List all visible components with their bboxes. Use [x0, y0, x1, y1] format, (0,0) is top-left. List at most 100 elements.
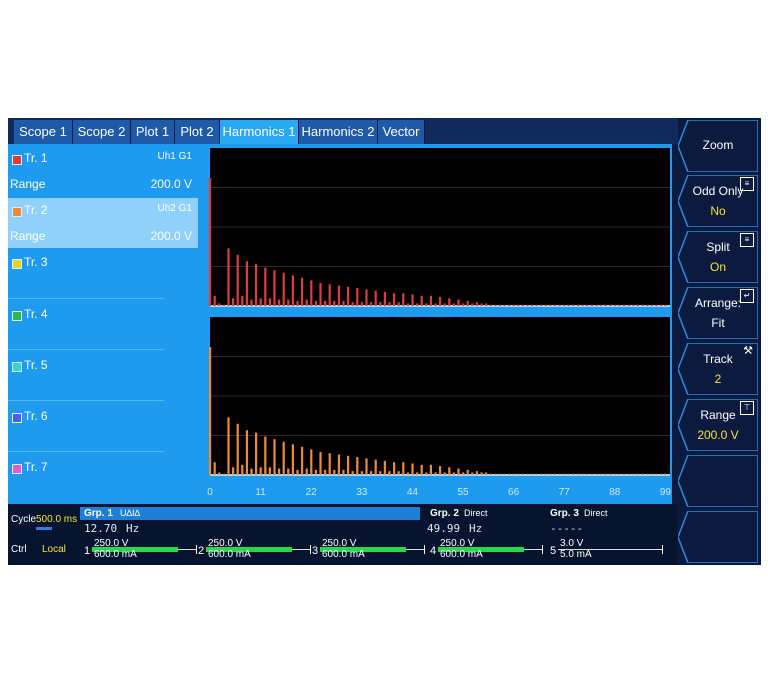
- channel-voltage: 3.0 V: [560, 538, 584, 549]
- group-2-unit: Hz: [469, 522, 483, 535]
- trace-item-3[interactable]: Tr. 3: [8, 250, 198, 300]
- harmonic-bar: [521, 304, 524, 306]
- harmonic-bar: [563, 304, 566, 306]
- tab-scope-2[interactable]: Scope 2: [73, 120, 131, 144]
- x-tick-label: 99: [659, 487, 671, 498]
- harmonic-bar: [360, 471, 363, 475]
- harmonic-bar: [379, 471, 382, 475]
- harmonic-bar: [420, 295, 423, 306]
- harmonic-bar: [337, 454, 340, 475]
- harmonic-bar: [337, 285, 340, 306]
- channel-number: 1: [84, 545, 91, 557]
- harmonic-bar: [471, 472, 474, 475]
- harmonic-bar: [595, 304, 598, 306]
- trace-item-6[interactable]: Tr. 6: [8, 404, 198, 454]
- harmonic-bar: [227, 248, 230, 306]
- harmonic-bar: [632, 304, 635, 306]
- harmonic-bar: [333, 469, 336, 475]
- harmonic-bar: [600, 304, 603, 306]
- harmonic-bar: [324, 300, 327, 306]
- x-tick-label: 44: [406, 487, 418, 498]
- trace-item-4[interactable]: Tr. 4: [8, 302, 198, 352]
- softkey-value: 2: [714, 372, 722, 386]
- harmonic-bar: [250, 468, 253, 475]
- harmonic-bar: [374, 459, 377, 475]
- harmonic-bar: [650, 304, 653, 306]
- harmonic-bar: [393, 293, 396, 306]
- harmonic-bar: [273, 439, 276, 475]
- range-label: Range: [10, 177, 46, 191]
- meter-end-tick: [310, 545, 311, 554]
- harmonic-bar: [531, 473, 534, 475]
- harmonic-bar: [236, 423, 239, 475]
- harmonic-bar: [319, 282, 322, 306]
- harmonic-bar: [526, 473, 529, 475]
- trace-item-2[interactable]: Tr. 2 Uh2 G1 Range 200.0 V: [8, 198, 198, 248]
- softkey-label: Range: [700, 408, 736, 422]
- harmonic-bar: [310, 449, 313, 475]
- harmonic-bar: [613, 304, 616, 306]
- split-button[interactable]: ≡ Split On: [678, 231, 758, 283]
- harmonic-bar: [429, 464, 432, 475]
- harmonic-bar: [604, 304, 607, 306]
- trace-item-7[interactable]: Tr. 7: [8, 455, 198, 505]
- group-1-frequency: 12.70: [84, 522, 118, 535]
- range-button[interactable]: ⊤ Range 200.0 V: [678, 399, 758, 451]
- harmonic-bar: [646, 304, 649, 306]
- channel-4-meter: 4 250.0 V 600.0 mA: [430, 538, 543, 563]
- harmonic-bar: [544, 473, 547, 475]
- group-3-name: Grp. 3: [550, 508, 579, 519]
- cycle-indicator: [36, 527, 52, 530]
- channel-voltage: 250.0 V: [322, 538, 357, 549]
- softkey-empty-1[interactable]: [678, 455, 758, 507]
- zoom-button[interactable]: Zoom: [678, 120, 758, 172]
- trace-color-swatch: [12, 155, 22, 165]
- harmonic-bar: [365, 289, 368, 306]
- harmonic-bar: [581, 473, 584, 475]
- harmonic-bar: [328, 453, 331, 475]
- harmonic-bar: [448, 298, 451, 306]
- tab-harmonics-1[interactable]: Harmonics 1: [220, 120, 299, 144]
- harmonic-bar: [540, 304, 543, 306]
- harmonic-bar: [572, 304, 575, 306]
- harmonic-bar: [439, 297, 442, 306]
- softkey-frame: [678, 455, 758, 507]
- softkey-empty-2[interactable]: [678, 511, 758, 563]
- cycle-value[interactable]: 500.0 ms: [36, 514, 77, 525]
- tab-vector[interactable]: Vector: [378, 120, 425, 144]
- softkey-label: Zoom: [702, 138, 734, 152]
- harmonic-bar: [636, 473, 639, 475]
- harmonic-bar: [319, 451, 322, 475]
- instrument-screen: Scope 1 Scope 2 Plot 1 Plot 2 Harmonics …: [8, 118, 761, 565]
- harmonic-bar: [425, 472, 428, 475]
- harmonic-bar: [627, 304, 630, 306]
- track-button[interactable]: ⚒ Track 2: [678, 343, 758, 395]
- softkey-label: Arrange:: [694, 296, 742, 310]
- softkey-value: No: [710, 204, 726, 218]
- harmonic-bar: [222, 304, 225, 306]
- harmonic-bar: [567, 473, 570, 475]
- harmonic-bar: [558, 473, 561, 475]
- trace-item-5[interactable]: Tr. 5: [8, 353, 198, 403]
- tab-scope-1[interactable]: Scope 1: [14, 120, 73, 144]
- harmonic-bar: [462, 303, 465, 306]
- trace-item-1[interactable]: Tr. 1 Uh1 G1 Range 200.0 V: [8, 146, 198, 196]
- tab-plot-1[interactable]: Plot 1: [131, 120, 175, 144]
- harmonic-bar: [471, 303, 474, 306]
- channel-number: 3: [312, 545, 319, 557]
- harmonic-bar: [577, 473, 580, 475]
- harmonic-bar: [439, 466, 442, 475]
- harmonic-bar: [347, 286, 350, 306]
- harmonic-bar: [360, 302, 363, 306]
- harmonic-bar: [314, 300, 317, 306]
- x-tick-label: 66: [508, 487, 520, 498]
- harmonic-bar: [448, 467, 451, 475]
- harmonic-bar: [227, 417, 230, 475]
- tab-plot-2[interactable]: Plot 2: [175, 120, 220, 144]
- tab-harmonics-2[interactable]: Harmonics 2: [299, 120, 378, 144]
- odd-only-button[interactable]: ≡ Odd Only No: [678, 175, 758, 227]
- harmonics-plot-area[interactable]: 0 11 22 33 44 55 66 77 88 99: [202, 144, 672, 504]
- harmonic-bar: [646, 473, 649, 475]
- harmonic-bar: [457, 299, 460, 306]
- arrange-button[interactable]: ↵ Arrange: Fit: [678, 287, 758, 339]
